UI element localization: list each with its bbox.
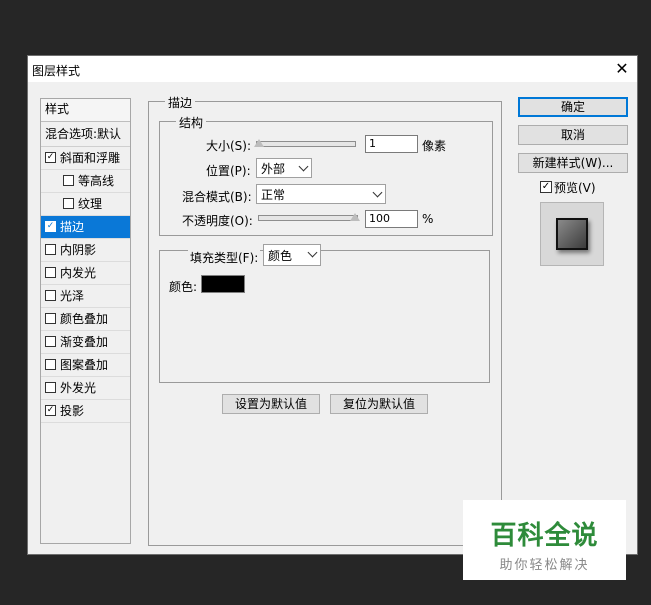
- style-item-checkbox[interactable]: [63, 175, 74, 186]
- style-item[interactable]: 内发光: [41, 262, 130, 285]
- fill-type-label: 填充类型(F):: [188, 249, 261, 266]
- style-item-label: 外发光: [60, 381, 97, 395]
- style-items-list: ✓ 斜面和浮雕等高线纹理 ✓ 描边内阴影内发光光泽颜色叠加渐变叠加图案叠加外发光 ✓ 投影: [41, 147, 130, 423]
- position-select[interactable]: 外部: [256, 158, 312, 178]
- style-item-checkbox[interactable]: [45, 313, 56, 324]
- style-item-label: 图案叠加: [60, 358, 109, 372]
- opacity-input[interactable]: 100: [365, 210, 418, 228]
- style-item[interactable]: 外发光: [41, 377, 130, 400]
- style-item[interactable]: 等高线: [41, 170, 130, 193]
- watermark-sub-text: 助你轻松解决: [499, 558, 590, 573]
- opacity-slider-thumb[interactable]: [350, 213, 360, 221]
- style-item-checkbox[interactable]: [45, 382, 56, 393]
- size-input[interactable]: 1: [365, 135, 418, 153]
- fill-type-select-value: 颜色: [268, 249, 293, 263]
- style-item-checkbox[interactable]: ✓: [45, 405, 56, 416]
- size-slider[interactable]: [254, 139, 356, 147]
- styles-panel: 样式 混合选项:默认 ✓ 斜面和浮雕等高线纹理 ✓ 描边内阴影内发光光泽颜色叠加渐变叠…: [40, 98, 131, 544]
- make-default-button[interactable]: 设置为默认值: [222, 394, 320, 414]
- size-slider-thumb[interactable]: [254, 139, 264, 147]
- style-preview: [540, 202, 604, 266]
- style-item-label: 内阴影: [60, 243, 97, 257]
- style-item-label: 渐变叠加: [60, 335, 109, 349]
- blend-mode-select-value: 正常: [261, 188, 286, 202]
- fill-type-group: 填充类型(F): 颜色 颜色:: [159, 244, 490, 383]
- size-label: 大小(S):: [206, 139, 252, 153]
- style-item-checkbox[interactable]: ✓: [45, 152, 56, 163]
- style-item-checkbox[interactable]: [45, 290, 56, 301]
- style-item-checkbox[interactable]: ✓: [45, 221, 56, 232]
- style-item-label: 颜色叠加: [60, 312, 109, 326]
- style-item[interactable]: 图案叠加: [41, 354, 130, 377]
- cancel-button[interactable]: 取消: [518, 125, 628, 145]
- opacity-label: 不透明度(O):: [182, 214, 253, 228]
- title-bar[interactable]: 图层样式 ✕: [28, 56, 637, 82]
- style-item[interactable]: 内阴影: [41, 239, 130, 262]
- close-icon[interactable]: ✕: [611, 58, 633, 80]
- preview-label: 预览(V): [554, 181, 596, 195]
- style-item-label: 等高线: [78, 174, 115, 188]
- style-item[interactable]: ✓ 描边: [41, 216, 130, 239]
- blend-mode-label: 混合模式(B):: [182, 190, 252, 204]
- fill-type-select[interactable]: 颜色: [263, 244, 321, 266]
- opacity-slider[interactable]: [258, 213, 360, 221]
- position-label: 位置(P):: [206, 164, 251, 178]
- reset-default-button[interactable]: 复位为默认值: [330, 394, 428, 414]
- watermark-logo: 百科全说 助你轻松解决: [463, 500, 626, 580]
- style-item[interactable]: 颜色叠加: [41, 308, 130, 331]
- style-item[interactable]: ✓ 斜面和浮雕: [41, 147, 130, 170]
- ok-button[interactable]: 确定: [518, 97, 628, 117]
- chevron-down-icon: [372, 187, 383, 198]
- style-item-checkbox[interactable]: [63, 198, 74, 209]
- style-item-checkbox[interactable]: [45, 267, 56, 278]
- style-item-label: 投影: [60, 404, 85, 418]
- watermark-main-text: 百科全说: [490, 521, 599, 551]
- style-item-checkbox[interactable]: [45, 359, 56, 370]
- styles-header[interactable]: 样式: [41, 99, 130, 122]
- style-item[interactable]: 纹理: [41, 193, 130, 216]
- style-item-checkbox[interactable]: [45, 336, 56, 347]
- blend-mode-select[interactable]: 正常: [256, 184, 386, 204]
- chevron-down-icon: [307, 247, 318, 258]
- position-select-value: 外部: [261, 162, 286, 176]
- size-unit: 像素: [422, 139, 447, 153]
- preview-checkbox[interactable]: ✓: [540, 181, 552, 193]
- style-item[interactable]: 光泽: [41, 285, 130, 308]
- structure-group: 结构 大小(S): 1 像素 位置(P): 外部 混合模式(B): 正常 不透明…: [159, 114, 493, 236]
- style-item[interactable]: ✓ 投影: [41, 400, 130, 423]
- style-item-checkbox[interactable]: [45, 244, 56, 255]
- chevron-down-icon: [298, 161, 309, 172]
- stroke-group: 描边 结构 大小(S): 1 像素 位置(P): 外部 混合模式(B): 正常 …: [148, 94, 502, 546]
- color-label: 颜色:: [169, 280, 198, 294]
- opacity-unit: %: [422, 212, 434, 226]
- style-item-label: 纹理: [78, 197, 103, 211]
- style-item[interactable]: 渐变叠加: [41, 331, 130, 354]
- layer-style-dialog: 图层样式 ✕ 样式 混合选项:默认 ✓ 斜面和浮雕等高线纹理 ✓ 描边内阴影内发光光泽…: [27, 55, 638, 555]
- style-item-label: 光泽: [60, 289, 85, 303]
- style-item-label: 描边: [60, 220, 85, 234]
- style-item-label: 内发光: [60, 266, 97, 280]
- window-title: 图层样式: [32, 64, 81, 78]
- preview-thumbnail: [556, 218, 588, 250]
- stroke-group-title: 描边: [165, 94, 196, 111]
- new-style-button[interactable]: 新建样式(W)...: [518, 153, 628, 173]
- color-swatch[interactable]: [201, 275, 245, 293]
- blending-options-item[interactable]: 混合选项:默认: [41, 122, 130, 147]
- style-item-label: 斜面和浮雕: [60, 151, 121, 165]
- structure-group-title: 结构: [176, 114, 207, 131]
